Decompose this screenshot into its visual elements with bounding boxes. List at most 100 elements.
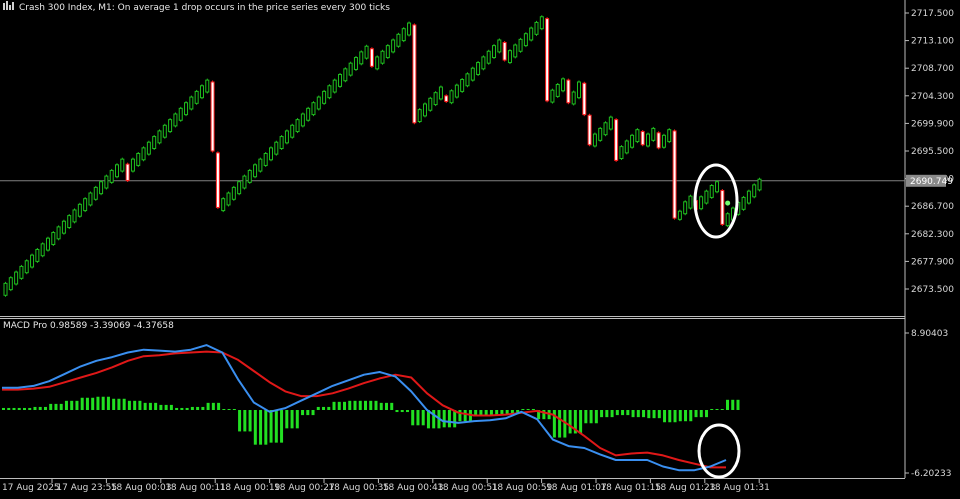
histogram-bar: [678, 410, 682, 422]
candle-bear: [582, 82, 587, 116]
candle-bear: [369, 48, 374, 67]
histogram-bar: [138, 400, 142, 410]
time-tick-label: 18 Aug 01:07: [546, 483, 607, 493]
histogram-bar: [196, 406, 200, 410]
histogram-bar: [243, 410, 247, 432]
histogram-bar: [657, 410, 661, 419]
time-tick-label: 18 Aug 01:31: [709, 483, 770, 493]
histogram-bar: [705, 410, 709, 418]
histogram-bar: [652, 410, 656, 419]
candle-bull: [316, 96, 321, 110]
time-tick-label: 17 Aug 23:55: [56, 483, 117, 493]
histogram-bar: [301, 410, 305, 416]
histogram-bar: [154, 402, 158, 410]
candle-bull: [130, 158, 135, 172]
candle-bull: [555, 84, 560, 97]
histogram-bar: [85, 397, 89, 410]
candle-bear: [587, 114, 592, 146]
time-tick-label: 18 Aug 00:19: [220, 483, 281, 493]
histogram-bar: [668, 410, 672, 423]
histogram-bar: [106, 396, 110, 410]
candle-bull: [576, 81, 581, 99]
candle-bull: [715, 181, 720, 193]
candle-bull: [295, 119, 300, 133]
histogram-bar: [489, 410, 493, 416]
candle-bull: [14, 271, 19, 285]
chart-title: Crash 300 Index, M1: On average 1 drop o…: [19, 3, 390, 13]
histogram-bar: [112, 398, 116, 410]
candle-bull: [253, 164, 258, 178]
histogram-bar: [636, 410, 640, 418]
histogram-bar: [594, 410, 598, 424]
candle-bull: [561, 78, 566, 92]
price-tick-label: 2713.100: [911, 37, 954, 47]
histogram-bar: [311, 410, 315, 416]
candle-bull: [88, 192, 93, 206]
price-tick-label: 2677.900: [911, 257, 954, 267]
histogram-bar: [38, 406, 42, 410]
candle-bear: [125, 163, 130, 181]
candle-bull: [120, 158, 125, 172]
candle-bull: [364, 45, 369, 59]
macd-tick-label: 8.90403: [911, 329, 948, 339]
candle-bull: [83, 198, 88, 212]
histogram-bar: [395, 410, 399, 413]
histogram-bar: [322, 406, 326, 410]
candle-bull: [630, 134, 635, 148]
candle-bull: [486, 50, 491, 64]
histogram-bar: [222, 409, 226, 410]
histogram-bar: [663, 410, 667, 423]
candle-bull: [221, 198, 226, 212]
histogram-bar: [621, 410, 625, 416]
histogram-bar: [43, 406, 47, 410]
histogram-bar: [269, 410, 273, 443]
candle-bull: [263, 153, 268, 166]
histogram-bar: [217, 402, 221, 410]
candle-bull: [146, 141, 151, 155]
candle-bull: [677, 210, 682, 220]
histogram-bar: [731, 399, 735, 410]
candle-bull: [343, 68, 348, 82]
candle-bear: [614, 119, 619, 161]
histogram-bar: [584, 410, 588, 424]
histogram-bar: [726, 399, 729, 410]
candle-bull: [704, 190, 709, 204]
candle-bull: [51, 232, 56, 245]
candle-bull: [746, 190, 751, 204]
histogram-bar: [589, 410, 593, 424]
candle-bull: [635, 129, 640, 143]
histogram-bar: [232, 409, 236, 410]
histogram-bar: [22, 407, 26, 410]
candle-bull: [619, 146, 624, 160]
candle-bull: [258, 158, 263, 172]
histogram-bar: [211, 402, 215, 410]
candle-bull: [470, 67, 475, 81]
time-tick-label: 18 Aug 00:59: [492, 483, 553, 493]
candle-bull: [35, 248, 40, 262]
histogram-bar: [353, 400, 357, 410]
histogram-bar: [264, 410, 268, 445]
candle-bull: [492, 45, 497, 59]
candle-bull: [199, 85, 204, 99]
histogram-bar: [579, 410, 583, 434]
candle-bull: [529, 27, 534, 41]
candle-bull: [683, 201, 688, 215]
candle-bull: [534, 21, 539, 35]
histogram-bar: [127, 400, 131, 410]
time-tick-label: 18 Aug 00:43: [383, 483, 444, 493]
candle-bull: [688, 195, 693, 209]
price-tick-label: 2704.300: [911, 92, 954, 102]
histogram-bar: [720, 408, 724, 410]
current-price-label: 2690.749: [910, 177, 953, 187]
histogram-bar: [710, 408, 714, 410]
candle-bull: [247, 169, 252, 183]
histogram-bar: [253, 410, 257, 445]
histogram-bar: [558, 410, 562, 438]
candle-bull: [407, 22, 412, 36]
trading-chart[interactable]: 2717.500 2713.100 2708.700 2704.300 2699.900…: [0, 0, 960, 499]
histogram-bar: [699, 410, 703, 418]
candle-bull: [518, 38, 523, 52]
candle-bull: [550, 89, 555, 103]
candle-bear: [444, 95, 449, 102]
candle-bull: [332, 79, 337, 93]
